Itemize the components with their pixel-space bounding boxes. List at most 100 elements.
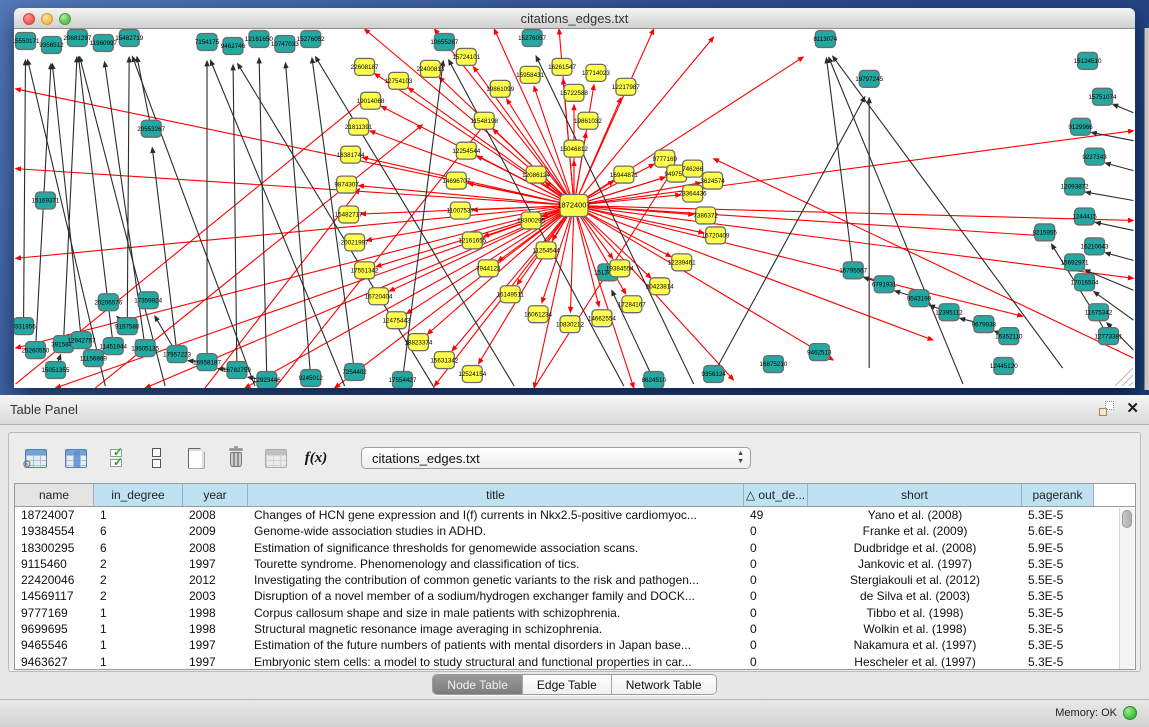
column-header-pagerank[interactable]: pagerank [1022, 484, 1094, 506]
table-vertical-scrollbar[interactable] [1119, 508, 1134, 669]
graph-node[interactable]: 12475443 [383, 312, 411, 329]
graph-node[interactable]: 17284167 [618, 296, 646, 313]
graph-node[interactable]: 8624510 [642, 372, 667, 388]
graph-node[interactable]: 17714023 [582, 64, 610, 81]
graph-node[interactable]: 11451944 [100, 338, 128, 355]
graph-node[interactable]: 15482719 [115, 29, 143, 46]
graph-node[interactable]: 20021997 [341, 234, 369, 251]
graph-node[interactable]: 17957223 [163, 346, 191, 363]
graph-node[interactable]: 18724007 [557, 195, 590, 217]
graph-node[interactable]: 17554427 [389, 372, 417, 388]
table-row[interactable]: 969969511998Structural magnetic resonanc… [15, 621, 1135, 637]
graph-node[interactable]: 12524154 [458, 366, 486, 383]
graph-node[interactable]: 12161650 [245, 30, 273, 47]
graph-node[interactable]: 12923446 [253, 372, 281, 388]
table-row[interactable]: 946554611997Estimation of the future num… [15, 637, 1135, 653]
graph-node[interactable]: 15631342 [430, 352, 458, 369]
graph-node[interactable]: 19861099 [486, 80, 514, 97]
graph-node[interactable]: 12086124 [522, 166, 550, 183]
graph-node[interactable]: 10747033 [271, 35, 299, 52]
graph-node[interactable]: 9245012 [299, 370, 324, 387]
table-row[interactable]: 1872400712008Changes of HCN gene express… [15, 507, 1135, 523]
graph-node[interactable]: 20423814 [646, 278, 674, 295]
graph-node[interactable]: 7944123 [476, 260, 501, 277]
table-row[interactable]: 2242004622012Investigating the contribut… [15, 572, 1135, 588]
close-panel-icon[interactable]: ✕ [1126, 401, 1139, 416]
graph-node[interactable]: 16782759 [223, 362, 251, 379]
graph-node[interactable]: 15124510 [1074, 52, 1102, 69]
tab-edge-table[interactable]: Edge Table [523, 675, 612, 694]
graph-node[interactable]: 15482717 [335, 206, 363, 223]
graph-node[interactable]: 20681297 [63, 29, 91, 46]
graph-node[interactable]: 12942757 [67, 332, 95, 349]
graph-node[interactable]: 12161655 [458, 232, 486, 249]
graph-node[interactable]: 12773381 [1095, 328, 1123, 345]
column-header-year[interactable]: year [183, 484, 248, 506]
graph-node[interactable]: 16720409 [702, 227, 730, 244]
graph-node[interactable]: 9679938 [972, 316, 997, 333]
column-header-in-degree[interactable]: in_degree [94, 484, 183, 506]
float-panel-icon[interactable] [1099, 401, 1114, 416]
new-table-button[interactable] [183, 445, 209, 471]
graph-node[interactable]: 16352110 [995, 328, 1023, 345]
network-canvas[interactable]: 1555017193565122068129711960997154827197… [14, 29, 1135, 388]
graph-node[interactable]: 16210643 [1081, 238, 1109, 255]
graph-node[interactable]: 9462746 [221, 37, 246, 54]
graph-node[interactable]: 14662554 [588, 310, 616, 327]
graph-node[interactable]: 15751074 [1089, 88, 1117, 105]
table-row[interactable]: 1938455462009Genome-wide association stu… [15, 523, 1135, 539]
graph-node[interactable]: 10655287 [430, 33, 458, 50]
graph-node[interactable]: 9227343 [1082, 148, 1107, 165]
scrollbar-thumb[interactable] [1122, 510, 1132, 528]
graph-node[interactable]: 18300295 [517, 212, 545, 229]
graph-node[interactable]: 9331956 [14, 318, 36, 335]
graph-node[interactable]: 15276052 [297, 30, 325, 47]
graph-node[interactable]: 12754103 [385, 72, 413, 89]
graph-node[interactable]: 11960997 [90, 34, 118, 51]
graph-node[interactable]: 9356124 [701, 366, 726, 383]
graph-node[interactable]: 15276057 [518, 29, 546, 46]
graph-node[interactable]: 15958431 [516, 66, 544, 83]
graph-node[interactable]: 15724101 [452, 48, 480, 65]
graph-node[interactable]: 12093872 [1061, 178, 1089, 195]
graph-node[interactable]: 16261547 [548, 58, 576, 75]
graph-node[interactable]: 20206576 [94, 294, 122, 311]
graph-node[interactable]: 8215955 [1032, 224, 1057, 241]
graph-node[interactable]: 12239461 [668, 254, 696, 271]
graph-node[interactable]: 11007537 [447, 202, 475, 219]
column-header-short[interactable]: short [808, 484, 1022, 506]
graph-node[interactable]: 11548198 [471, 112, 499, 129]
tab-network-table[interactable]: Network Table [612, 675, 716, 694]
graph-node[interactable]: 3624574 [700, 172, 725, 189]
table-row[interactable]: 911546021997Tourette syndrome. Phenomeno… [15, 556, 1135, 572]
table-row[interactable]: 977716911998Corpus callosum shape and si… [15, 605, 1135, 621]
graph-node[interactable]: 15046812 [560, 140, 588, 157]
import-table-button[interactable] [263, 445, 289, 471]
graph-node[interactable]: 9874307 [334, 176, 359, 193]
graph-node[interactable]: 12395112 [935, 304, 963, 321]
graph-node[interactable]: 18823374 [404, 334, 432, 351]
graph-node[interactable]: 16944871 [610, 166, 638, 183]
graph-node[interactable]: 23364436 [679, 185, 707, 202]
graph-node[interactable]: 12254544 [452, 142, 480, 159]
graph-node[interactable]: 14696707 [442, 172, 470, 189]
graph-node[interactable]: 18381744 [337, 146, 365, 163]
graph-node[interactable]: 16720404 [365, 288, 393, 305]
table-selector-dropdown[interactable]: citations_edges.txt ▲▼ [361, 447, 751, 469]
graph-node[interactable]: 15169371 [32, 192, 60, 209]
graph-node[interactable]: 17359924 [134, 292, 162, 309]
graph-node[interactable]: 16958187 [193, 354, 221, 371]
graph-node[interactable]: 19797245 [855, 70, 883, 87]
tab-node-table[interactable]: Node Table [433, 675, 523, 694]
graph-node[interactable]: 15692971 [1061, 254, 1089, 271]
graph-node[interactable]: 11675342 [1085, 304, 1113, 321]
graph-node[interactable]: 746266 [682, 160, 703, 177]
show-columns-button[interactable] [63, 445, 89, 471]
select-rows-button[interactable] [103, 445, 129, 471]
graph-node[interactable]: 9129966 [1068, 118, 1093, 135]
graph-node[interactable]: 15149511 [496, 286, 524, 303]
table-row[interactable]: 946362711997Embryonic stem cells: a mode… [15, 654, 1135, 670]
graph-node[interactable]: 19384554 [606, 260, 634, 277]
delete-table-button[interactable] [223, 445, 249, 471]
graph-node[interactable]: 25260550 [22, 342, 50, 359]
